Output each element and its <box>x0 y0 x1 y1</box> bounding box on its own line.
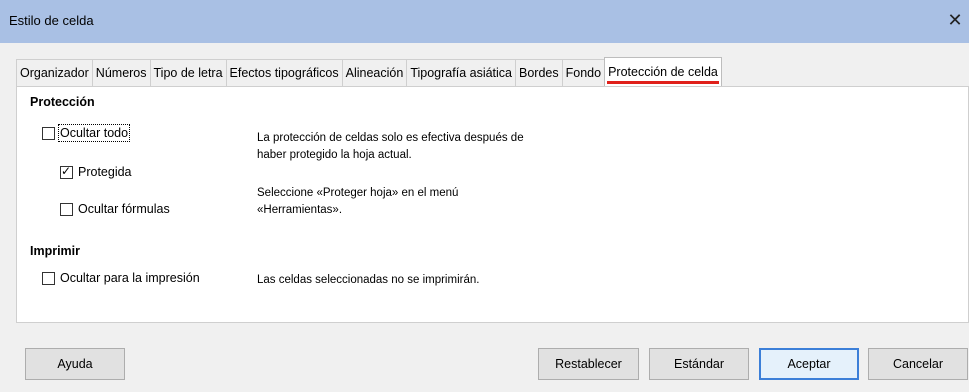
restablecer-button[interactable]: Restablecer <box>538 348 639 380</box>
proteccion-heading: Protección <box>30 95 95 109</box>
info-text: La protección de celdas solo es efectiva… <box>257 132 524 144</box>
checkbox-checked-icon[interactable] <box>60 164 73 179</box>
tab-tipo-de-letra[interactable]: Tipo de letra <box>149 59 227 86</box>
proteccion-info-2: Seleccione «Proteger hoja» en el menú «H… <box>257 185 458 219</box>
close-icon[interactable]: ✕ <box>943 8 967 32</box>
checkbox-icon[interactable] <box>60 202 73 216</box>
proteccion-info-1: La protección de celdas solo es efectiva… <box>257 130 524 164</box>
info-text: haber protegido la hoja actual. <box>257 149 412 161</box>
window-title: Estilo de celda <box>9 13 94 28</box>
title-bar: Estilo de celda ✕ <box>0 0 969 43</box>
tab-bar: Organizador Números Tipo de letra Efecto… <box>16 57 722 86</box>
cancelar-button[interactable]: Cancelar <box>868 348 968 380</box>
info-text: «Herramientas». <box>257 204 343 216</box>
imprimir-info: Las celdas seleccionadas no se imprimirá… <box>257 274 480 286</box>
tab-organizador[interactable]: Organizador <box>16 59 93 86</box>
aceptar-button[interactable]: Aceptar <box>759 348 859 380</box>
estandar-button[interactable]: Estándar <box>649 348 749 380</box>
tab-bordes[interactable]: Bordes <box>515 59 563 86</box>
tab-tipografia-asiatica[interactable]: Tipografía asiática <box>406 59 517 86</box>
protegida-label: Protegida <box>78 165 132 179</box>
tab-fondo[interactable]: Fondo <box>561 59 606 86</box>
tab-alineacion[interactable]: Alineación <box>341 59 408 86</box>
ocultar-impresion-label: Ocultar para la impresión <box>60 271 200 285</box>
imprimir-heading: Imprimir <box>30 244 81 258</box>
tab-proteccion-de-celda[interactable]: Protección de celda <box>604 57 722 86</box>
ocultar-formulas-label: Ocultar fórmulas <box>78 202 170 216</box>
ayuda-button[interactable]: Ayuda <box>25 348 125 380</box>
ocultar-todo-label: Ocultar todo <box>57 124 131 142</box>
info-text: Seleccione «Proteger hoja» en el menú <box>257 187 459 199</box>
protegida-checkbox[interactable]: Protegida <box>60 164 132 179</box>
checkbox-icon[interactable] <box>42 271 55 285</box>
checkbox-icon[interactable] <box>42 126 55 140</box>
ocultar-todo-checkbox[interactable]: Ocultar todo <box>42 124 131 142</box>
ocultar-formulas-checkbox[interactable]: Ocultar fórmulas <box>60 202 170 216</box>
tab-numeros[interactable]: Números <box>91 59 151 86</box>
tab-efectos-tipograficos[interactable]: Efectos tipográficos <box>225 59 343 86</box>
ocultar-impresion-checkbox[interactable]: Ocultar para la impresión <box>42 271 200 285</box>
